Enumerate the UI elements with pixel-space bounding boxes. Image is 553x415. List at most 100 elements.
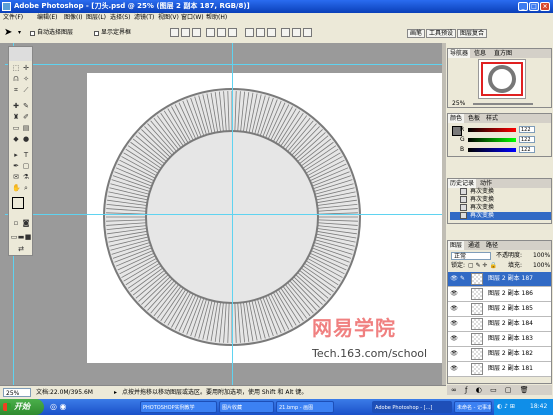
align-hcenter-icon[interactable] bbox=[217, 28, 226, 37]
screen-mode-full-icon[interactable]: ■ bbox=[24, 233, 32, 241]
move-tool-icon[interactable]: ✛ bbox=[22, 64, 30, 72]
healing-brush-tool-icon[interactable]: ✚ bbox=[12, 102, 20, 110]
path-selection-tool-icon[interactable]: ▸ bbox=[12, 151, 20, 159]
tab-paths[interactable]: 路径 bbox=[484, 241, 500, 250]
menu-view[interactable]: 视图(V) bbox=[158, 13, 179, 23]
dock-tab-layer-comps[interactable]: 图层复合 bbox=[457, 29, 488, 38]
history-item[interactable]: 再次变换 bbox=[450, 196, 551, 204]
lock-icons[interactable]: ▢ ✎ ✛ 🔒 bbox=[468, 262, 497, 270]
type-tool-icon[interactable]: T bbox=[22, 151, 30, 159]
notes-tool-icon[interactable]: ✉ bbox=[12, 173, 20, 181]
color-b-value[interactable]: 122 bbox=[519, 146, 535, 153]
history-brush-tool-icon[interactable]: ✐ bbox=[22, 113, 30, 121]
close-button[interactable]: × bbox=[540, 2, 550, 11]
layers-footer-buttons[interactable]: ∞ ƒ ◐ ▭ ▢ 🗑 bbox=[447, 385, 552, 395]
minimize-button[interactable]: _ bbox=[518, 2, 528, 11]
layer-row[interactable]: 👁 图层 2 副本 181 bbox=[448, 362, 551, 377]
guide-horizontal[interactable] bbox=[5, 214, 442, 215]
layer-row[interactable]: 👁 图层 2 副本 186 bbox=[448, 287, 551, 302]
quick-mask-icon[interactable]: ◙ bbox=[22, 219, 30, 227]
eye-icon[interactable]: 👁 bbox=[450, 365, 458, 373]
taskbar-item-active[interactable]: Adobe Photoshop - [...] bbox=[372, 401, 452, 413]
foreground-color-swatch[interactable] bbox=[12, 197, 24, 209]
distribute-vcenter-icon[interactable] bbox=[256, 28, 265, 37]
dock-tab-brushes[interactable]: 画笔 bbox=[407, 29, 426, 38]
menu-image[interactable]: 图像(I) bbox=[64, 13, 82, 23]
standard-mode-icon[interactable]: ▫ bbox=[12, 219, 20, 227]
lasso-tool-icon[interactable]: ᕬ bbox=[12, 75, 20, 83]
distribute-hcenter-icon[interactable] bbox=[292, 28, 301, 37]
color-b-slider[interactable] bbox=[468, 148, 516, 152]
menu-help[interactable]: 帮助(H) bbox=[206, 13, 227, 23]
menu-filter[interactable]: 滤镜(T) bbox=[134, 13, 154, 23]
menu-window[interactable]: 窗口(W) bbox=[181, 13, 204, 23]
eye-icon[interactable]: 👁 bbox=[450, 305, 458, 313]
eraser-tool-icon[interactable]: ▭ bbox=[12, 124, 20, 132]
layer-row[interactable]: 👁 ✎ 图层 2 副本 187 bbox=[448, 272, 551, 287]
navigator-thumbnail[interactable] bbox=[478, 59, 526, 99]
gradient-tool-icon[interactable]: ▤ bbox=[22, 124, 30, 132]
tray-icons[interactable]: ◐ ♪ ⊞ bbox=[497, 399, 515, 415]
layer-row[interactable]: 👁 图层 2 副本 185 bbox=[448, 302, 551, 317]
color-g-value[interactable]: 122 bbox=[519, 136, 535, 143]
taskbar-item[interactable]: 未命名 - 记事本 bbox=[454, 401, 492, 413]
auto-select-checkbox[interactable] bbox=[30, 31, 35, 36]
eye-icon[interactable]: 👁 bbox=[450, 350, 458, 358]
eye-icon[interactable]: 👁 bbox=[450, 320, 458, 328]
color-g-slider[interactable] bbox=[468, 138, 516, 142]
tab-navigator[interactable]: 导航器 bbox=[448, 49, 471, 58]
history-item[interactable]: 再次变换 bbox=[450, 204, 551, 212]
navigator-view-box[interactable] bbox=[481, 62, 523, 96]
distribute-top-icon[interactable] bbox=[245, 28, 254, 37]
tab-swatches[interactable]: 色板 bbox=[466, 114, 482, 123]
show-bounds-checkbox[interactable] bbox=[94, 31, 99, 36]
chevron-down-icon[interactable]: ▾ bbox=[18, 29, 21, 36]
distribute-right-icon[interactable] bbox=[303, 28, 312, 37]
history-item-selected[interactable]: 再次变换 bbox=[450, 212, 551, 220]
crop-tool-icon[interactable]: ⌗ bbox=[12, 86, 20, 94]
zoom-field[interactable]: 25% bbox=[3, 388, 31, 397]
layer-row[interactable]: 👁 图层 2 副本 182 bbox=[448, 347, 551, 362]
opacity-value[interactable]: 100% bbox=[533, 252, 550, 260]
color-r-value[interactable]: 122 bbox=[519, 126, 535, 133]
tab-layers[interactable]: 图层 bbox=[448, 241, 465, 250]
hand-tool-icon[interactable]: ✋ bbox=[12, 184, 21, 192]
align-left-icon[interactable] bbox=[206, 28, 215, 37]
start-button[interactable]: 开始 bbox=[0, 399, 44, 415]
align-bottom-icon[interactable] bbox=[192, 28, 201, 37]
jump-to-imageready-icon[interactable]: ⇄ bbox=[17, 245, 25, 253]
tab-history[interactable]: 历史记录 bbox=[448, 179, 477, 188]
taskbar-item[interactable]: 21.bmp - 画图 bbox=[276, 401, 334, 413]
guide-vertical[interactable] bbox=[232, 43, 233, 385]
maximize-button[interactable]: □ bbox=[529, 2, 539, 11]
align-top-icon[interactable] bbox=[170, 28, 179, 37]
move-tool-icon[interactable]: ➤ bbox=[4, 27, 12, 38]
navigator-zoom[interactable]: 25% bbox=[452, 100, 465, 108]
clone-stamp-tool-icon[interactable]: ♜ bbox=[12, 113, 20, 121]
color-r-slider[interactable] bbox=[468, 128, 516, 132]
zoom-tool-icon[interactable]: ⌕ bbox=[22, 184, 30, 192]
eyedropper-tool-icon[interactable]: ⚗ bbox=[22, 173, 30, 181]
blend-mode-select[interactable]: 正常 bbox=[451, 252, 491, 260]
marquee-tool-icon[interactable]: ⬚ bbox=[12, 64, 20, 72]
menu-file[interactable]: 文件(F) bbox=[3, 13, 23, 23]
fill-value[interactable]: 100% bbox=[533, 262, 550, 270]
navigator-zoom-slider[interactable] bbox=[473, 103, 533, 105]
eye-icon[interactable]: 👁 bbox=[450, 335, 458, 343]
tab-color[interactable]: 颜色 bbox=[448, 114, 465, 123]
guide-horizontal[interactable] bbox=[5, 64, 442, 65]
tab-actions[interactable]: 动作 bbox=[478, 179, 494, 188]
menu-edit[interactable]: 编辑(E) bbox=[37, 13, 57, 23]
brush-tool-icon[interactable]: ✎ bbox=[22, 102, 30, 110]
align-vcenter-icon[interactable] bbox=[181, 28, 190, 37]
tab-channels[interactable]: 通道 bbox=[466, 241, 482, 250]
dodge-tool-icon[interactable]: ● bbox=[22, 135, 30, 143]
history-item[interactable]: 再次变换 bbox=[450, 188, 551, 196]
eye-icon[interactable]: 👁 bbox=[450, 275, 458, 283]
slice-tool-icon[interactable]: ⟋ bbox=[22, 86, 30, 94]
magic-wand-tool-icon[interactable]: ✧ bbox=[22, 75, 30, 83]
layer-row[interactable]: 👁 图层 2 副本 183 bbox=[448, 332, 551, 347]
menu-layer[interactable]: 图层(L) bbox=[86, 13, 106, 23]
status-hint-arrow-icon[interactable]: ▸ bbox=[114, 386, 117, 399]
align-right-icon[interactable] bbox=[228, 28, 237, 37]
